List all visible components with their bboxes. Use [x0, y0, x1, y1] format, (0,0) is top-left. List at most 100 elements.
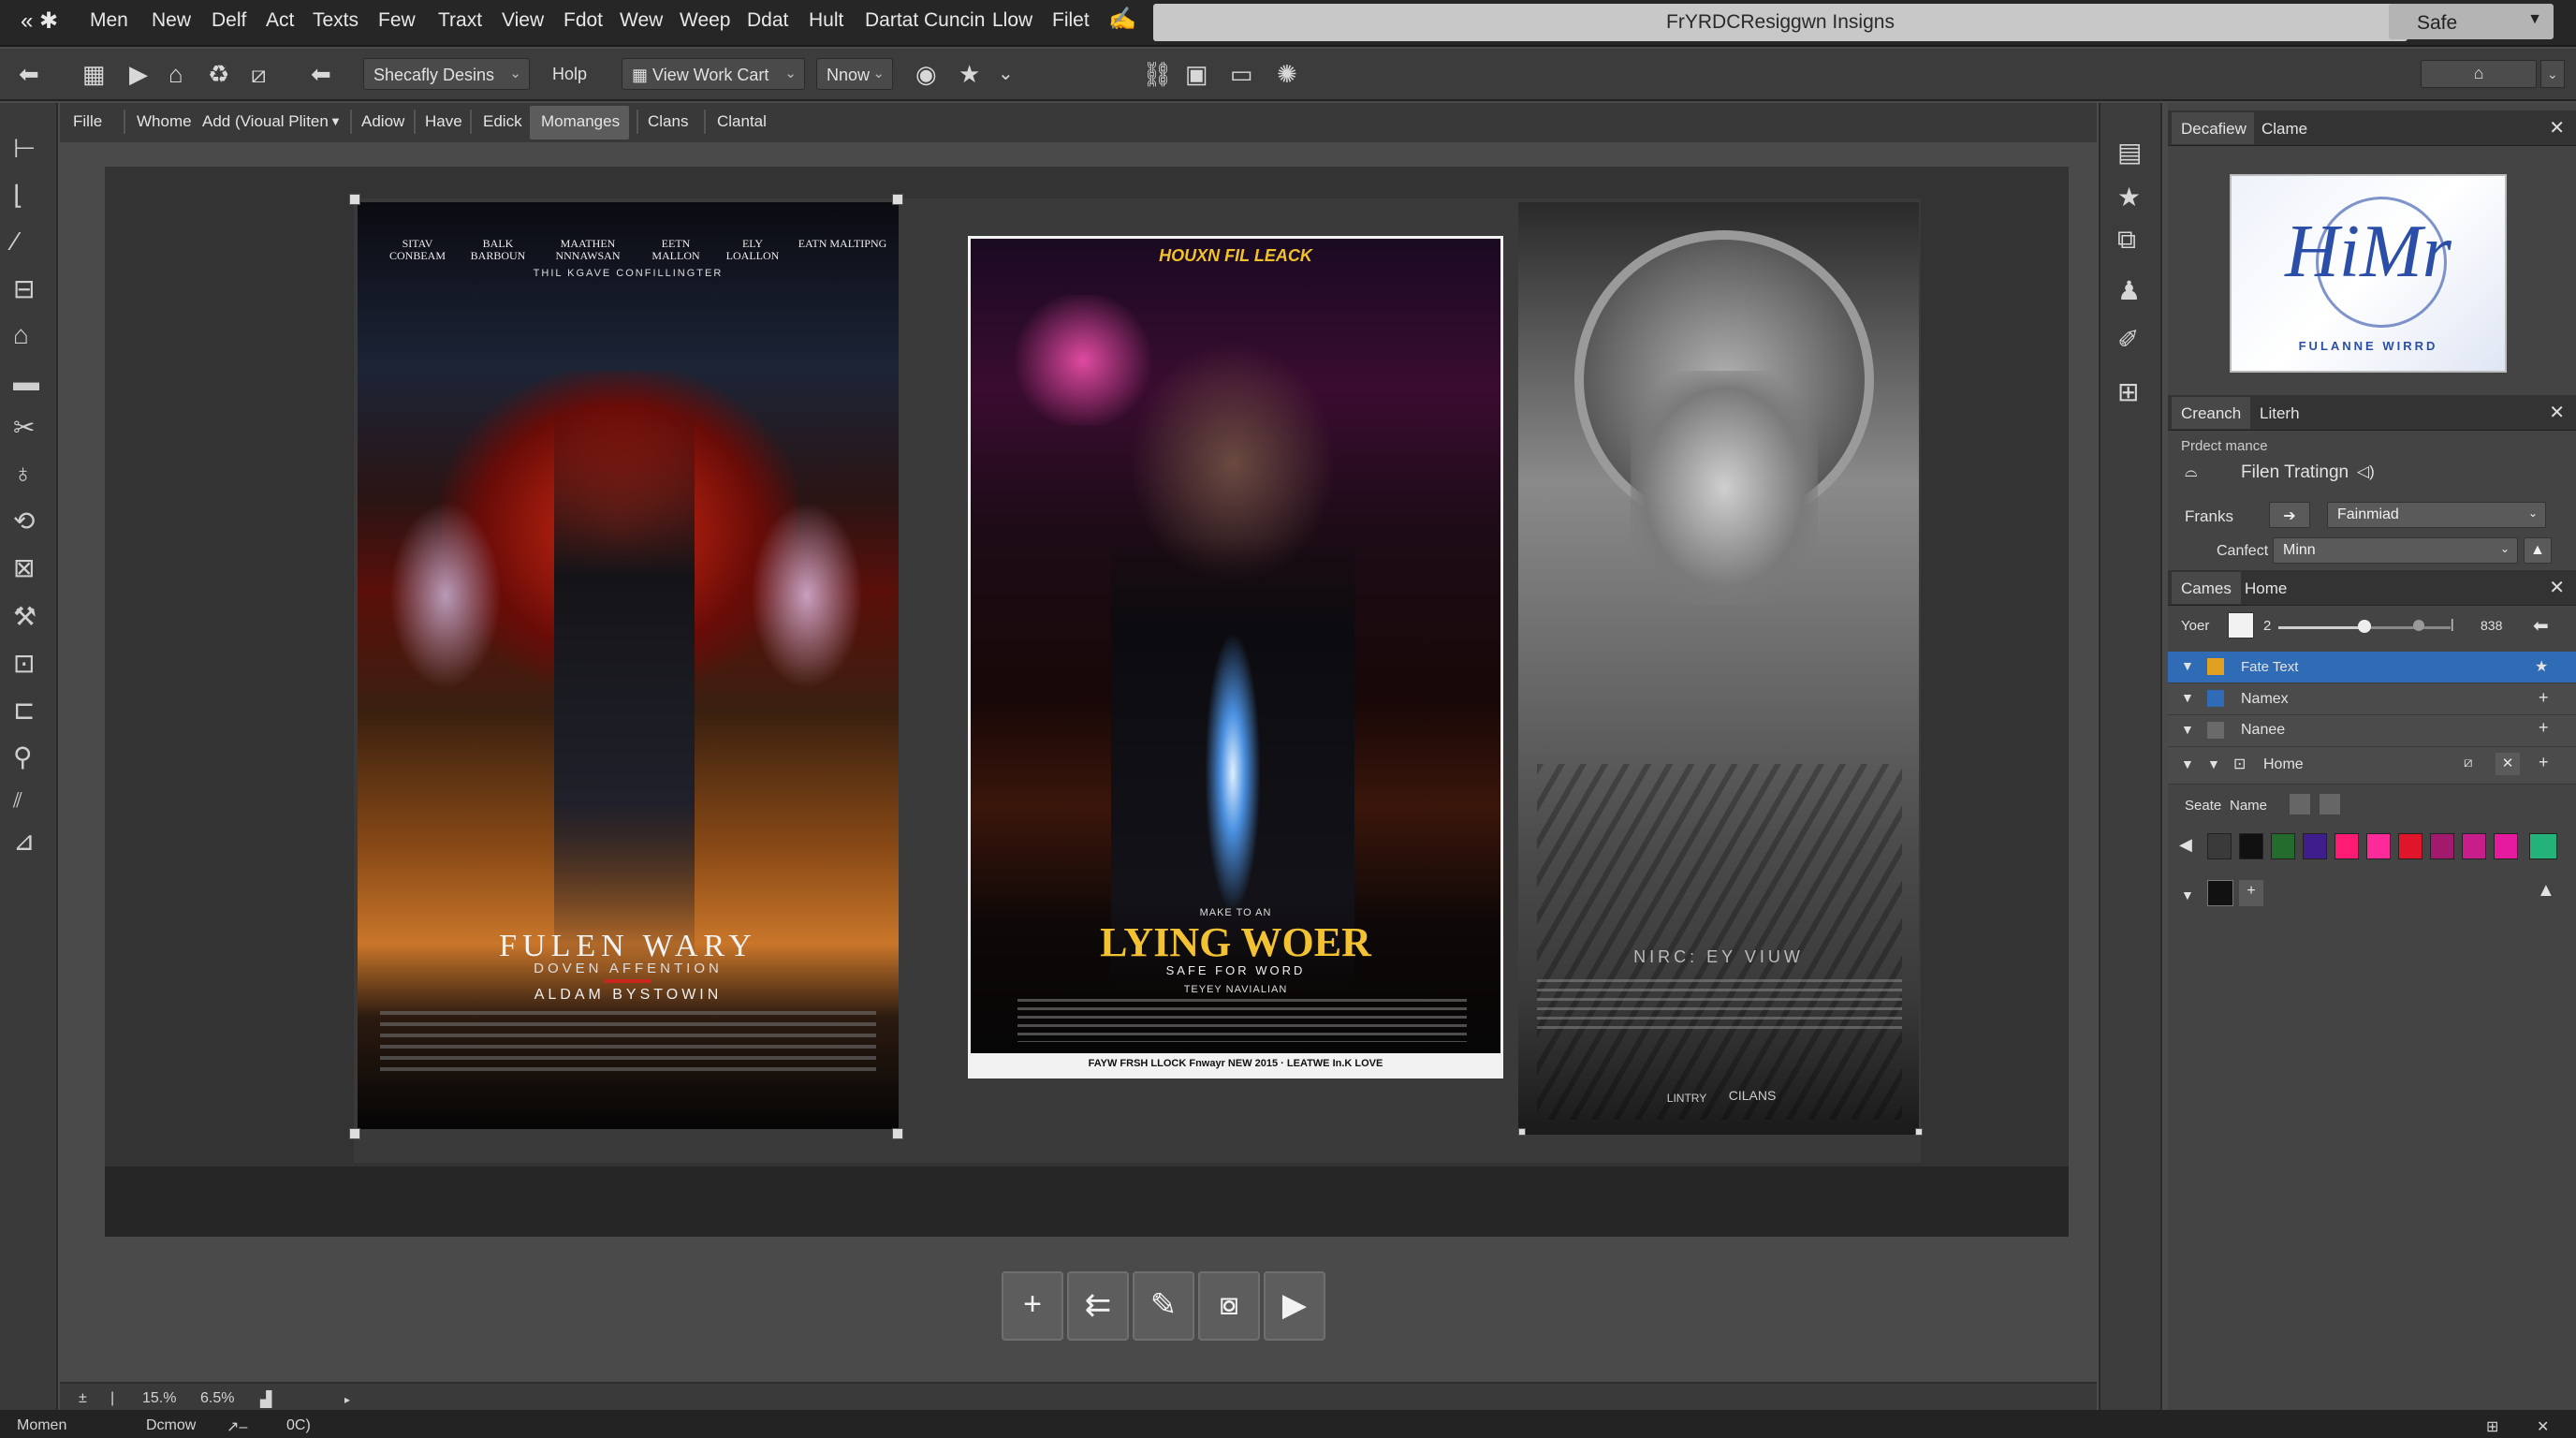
preset-item[interactable]: Filen Tratingn	[2241, 462, 2349, 483]
logo-preview[interactable]: HiMr FULANNE WIRRD	[2230, 174, 2507, 373]
color-swatch[interactable]	[2207, 833, 2232, 859]
panel-tab-home[interactable]: Home	[2245, 580, 2287, 598]
menu-item[interactable]: Traxt	[438, 9, 482, 32]
layer-name[interactable]: Nanee	[2241, 722, 2285, 739]
recycle-icon[interactable]: ♻	[208, 60, 229, 89]
frame-tool-icon[interactable]: ⊡	[13, 648, 35, 679]
resize-handle[interactable]	[892, 194, 903, 205]
color-chip[interactable]	[2228, 612, 2254, 638]
menu-item[interactable]: Ddat	[747, 9, 788, 32]
expand-icon[interactable]: ▼	[2181, 888, 2194, 902]
menu-item[interactable]: Hult	[809, 9, 843, 32]
mask-icon[interactable]: ⧄	[2464, 755, 2473, 770]
arrow-left-icon[interactable]: ⬅	[311, 60, 331, 89]
swatch-prev-icon[interactable]: ◀	[2179, 835, 2192, 855]
layer-row[interactable]	[2168, 683, 2576, 715]
eye-icon[interactable]: ◉	[915, 60, 937, 89]
expand-icon[interactable]: ▼	[2181, 756, 2194, 771]
lasso-tool-icon[interactable]: ⟲	[13, 506, 35, 536]
back-arrow-icon[interactable]: ⬅	[19, 60, 39, 89]
help-button[interactable]: Holp	[543, 58, 605, 90]
tab-add-visual[interactable]: Add (Vioual Pliten	[202, 112, 329, 131]
slider-thumb[interactable]	[2358, 620, 2371, 633]
expand-icon[interactable]: ▼	[2181, 658, 2194, 673]
color-swatch[interactable]	[2303, 833, 2327, 859]
zoom-tool-icon[interactable]: ⚲	[13, 741, 33, 772]
slash-tool-icon[interactable]: ⫽	[13, 788, 22, 813]
menu-item[interactable]: Act	[266, 9, 294, 32]
panel-tab-cames[interactable]: Cames	[2181, 580, 2232, 598]
menu-item[interactable]: Delf	[212, 9, 246, 32]
filter-icon[interactable]	[2290, 794, 2310, 814]
move-tool-icon[interactable]: ⊢	[13, 133, 36, 164]
layer-name[interactable]: Fate Text	[2241, 659, 2298, 675]
pen-tool-icon[interactable]: ⁄	[13, 227, 18, 257]
grid-icon[interactable]: ▦	[82, 60, 106, 89]
rectangle-tool-icon[interactable]: ▬	[13, 367, 39, 397]
document-tool-icon[interactable]: ⊏	[13, 695, 35, 726]
chevron-down-icon[interactable]: ⌄	[2540, 60, 2565, 88]
close-icon[interactable]: ✕	[2537, 1417, 2549, 1436]
stamp-tool-icon[interactable]: ⊿	[13, 826, 35, 857]
layers-icon[interactable]: ▭	[1230, 60, 1253, 89]
menu-item[interactable]: Few	[378, 9, 416, 32]
settings-icon[interactable]: ✺	[1277, 60, 1297, 89]
brush-icon[interactable]: ✐	[2117, 324, 2139, 355]
document-icon[interactable]: ▤	[2117, 137, 2142, 168]
arrow-left-icon[interactable]: ⬅	[2533, 614, 2549, 638]
layer-name[interactable]: Namex	[2241, 691, 2289, 708]
tab-adiow[interactable]: Adiow	[361, 112, 404, 131]
menu-item[interactable]: New	[152, 9, 191, 32]
brush-icon[interactable]: ✍	[1108, 6, 1136, 33]
bucket-icon[interactable]: ▟	[260, 1390, 271, 1409]
image-filter-icon[interactable]	[2320, 794, 2340, 814]
shape-tool-icon[interactable]: ⌂	[13, 320, 29, 350]
app-logo-icon[interactable]: « ✱	[21, 7, 58, 35]
person-tool-icon[interactable]: ♁	[13, 459, 33, 489]
transform-tool-icon[interactable]: ⊠	[13, 552, 35, 583]
grid-add-icon[interactable]: ⊞	[2117, 376, 2139, 407]
status-plus-icon[interactable]: ±	[79, 1390, 87, 1407]
poster-monochrome[interactable]: NIRC: EY VIUW LINTRY CILANS	[1518, 202, 1919, 1135]
brush-tool-icon[interactable]: ⚒	[13, 601, 37, 632]
color-swatch[interactable]	[2398, 833, 2422, 859]
tab-clans[interactable]: Clans	[648, 112, 688, 131]
slider-secondary-thumb[interactable]	[2413, 620, 2424, 631]
zoom-readout[interactable]: 15.%	[142, 1390, 176, 1407]
close-icon[interactable]: ✕	[2549, 576, 2565, 599]
tab-have[interactable]: Have	[425, 112, 462, 131]
crop-tool-icon[interactable]: ⌊	[13, 180, 23, 211]
confect-select[interactable]: Minn ⌄	[2273, 537, 2518, 564]
menu-item[interactable]: Weep	[680, 9, 730, 32]
capture-button[interactable]: ⧇	[1198, 1271, 1260, 1341]
menu-item[interactable]: Dartat Cuncin	[865, 9, 985, 32]
panel-tab-clame[interactable]: Clame	[2261, 120, 2307, 139]
color-swatch[interactable]	[2366, 833, 2391, 859]
menu-item[interactable]: View	[502, 9, 544, 32]
workspace-dropdown[interactable]: Shecafly Desins ⌄	[363, 58, 530, 90]
menu-item[interactable]: Filet	[1052, 9, 1090, 32]
color-swatch[interactable]	[2430, 833, 2454, 859]
menu-item[interactable]: Llow	[992, 9, 1032, 32]
star-icon[interactable]: ★	[959, 60, 980, 89]
link-icon[interactable]: ⛓	[1142, 60, 1173, 89]
safe-button[interactable]: Safe ▼	[2389, 4, 2554, 39]
layer-row[interactable]	[2168, 715, 2576, 747]
play-icon[interactable]: ▶	[129, 60, 148, 89]
foreground-color-swatch[interactable]	[2207, 880, 2233, 906]
resize-handle[interactable]	[349, 1128, 360, 1139]
layers-icon[interactable]: ⧉	[2117, 225, 2136, 256]
audio-icon[interactable]: ◁)	[2357, 462, 2375, 481]
expand-icon[interactable]: ▼	[2181, 722, 2194, 737]
edit-button[interactable]: ✎	[1133, 1271, 1194, 1341]
color-swatch[interactable]	[2462, 833, 2486, 859]
delete-layer-icon[interactable]: ✕	[2496, 753, 2520, 775]
color-swatch[interactable]	[2494, 833, 2518, 859]
play-button[interactable]: ▶	[1264, 1271, 1325, 1341]
tab-clantal[interactable]: Clantal	[717, 112, 767, 131]
menu-item[interactable]: Wew	[620, 9, 663, 32]
color-swatch[interactable]	[2239, 833, 2263, 859]
add-button[interactable]: +	[1002, 1271, 1063, 1341]
image-edit-icon[interactable]: ⧄	[251, 60, 267, 90]
menu-item[interactable]: Men	[90, 9, 128, 32]
